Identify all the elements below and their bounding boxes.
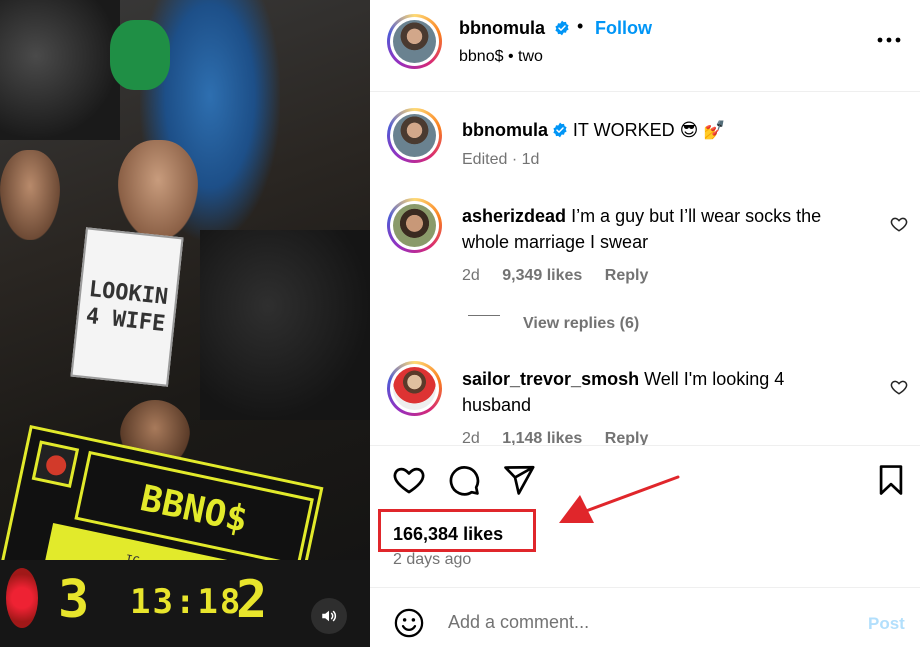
comment-age: 2d — [462, 267, 480, 284]
fan-sign: LOOKIN 4 WIFE — [70, 227, 184, 387]
verified-badge-icon — [553, 122, 568, 138]
comment-body: asherizdead I’m a guy but I’ll wear sock… — [462, 203, 862, 255]
comment-input[interactable] — [448, 602, 848, 642]
send-icon[interactable] — [502, 463, 536, 497]
comment-body: sailor_trevor_smosh Well I'm looking 4 h… — [462, 366, 862, 418]
score-clock: 13:18 — [130, 582, 243, 622]
comment-text: whole marriage I swear — [462, 232, 649, 252]
audio-track: two — [518, 48, 543, 65]
caption-meta: Edited · 1d — [462, 151, 539, 169]
view-replies-button[interactable]: View replies (6) — [523, 315, 639, 333]
post-header: bbnomula • Follow bbno$ • two — [370, 0, 920, 92]
follow-button[interactable]: Follow — [595, 18, 652, 39]
caption-text: IT WORKED 😎 💅 — [572, 120, 726, 140]
score-away: 2 — [236, 570, 268, 630]
post-actions: 166,384 likes 2 days ago — [370, 445, 920, 588]
crowd-left — [0, 0, 120, 140]
heart-icon[interactable] — [392, 463, 426, 497]
comment-like-icon[interactable] — [890, 378, 908, 396]
post-media[interactable]: LOOKIN 4 WIFE BBNO$ IG: @BBNOMULA 3 13:1… — [0, 0, 370, 647]
speaker-icon — [322, 610, 337, 622]
avatar-image — [393, 367, 436, 410]
comment-likes[interactable]: 9,349 likes — [502, 267, 582, 284]
comment-composer: Post — [370, 588, 920, 647]
crowd-face — [118, 140, 198, 240]
post-timestamp: 2 days ago — [393, 551, 472, 568]
caption-username[interactable]: bbnomula — [462, 120, 548, 140]
caption-edited: Edited — [462, 151, 508, 168]
comment-text: I’m a guy but I’ll wear socks the — [571, 206, 822, 226]
avatar-image — [393, 204, 436, 247]
caption-avatar[interactable] — [387, 108, 442, 163]
reply-button[interactable]: Reply — [605, 267, 649, 284]
more-horizontal-icon[interactable] — [876, 30, 902, 50]
crowd-face — [0, 150, 60, 240]
post-details: bbnomula • Follow bbno$ • two bbnomula I… — [370, 0, 920, 647]
team-logo-icon — [6, 568, 38, 628]
comment-meta: 2d 1,148 likes Reply — [462, 430, 648, 445]
audio-info[interactable]: bbno$ • two — [459, 48, 543, 66]
comment-avatar[interactable] — [387, 198, 442, 253]
comments-list[interactable]: bbnomula IT WORKED 😎 💅 Edited · 1d asher… — [370, 93, 920, 445]
header-avatar[interactable] — [387, 14, 442, 69]
comment-text: husband — [462, 395, 532, 415]
header-separator: • — [577, 16, 584, 36]
bookmark-icon[interactable] — [874, 463, 908, 497]
volume-button[interactable] — [311, 598, 347, 634]
caption-age: 1d — [521, 151, 540, 168]
emoji-icon[interactable] — [394, 608, 424, 638]
post-button[interactable]: Post — [868, 614, 905, 634]
verified-badge-icon — [555, 20, 569, 36]
avatar-image — [393, 114, 436, 157]
comment-username[interactable]: sailor_trevor_smosh — [462, 369, 639, 389]
replies-divider — [468, 315, 500, 316]
comment-username[interactable]: asherizdead — [462, 206, 566, 226]
score-home: 3 — [58, 570, 90, 630]
comment-text: Well I'm looking 4 — [644, 369, 785, 389]
avatar-image — [393, 20, 436, 63]
crowd-jacket — [200, 230, 370, 420]
comment-avatar[interactable] — [387, 361, 442, 416]
comment-like-icon[interactable] — [890, 215, 908, 233]
comment-meta: 2d 9,349 likes Reply — [462, 267, 648, 285]
reply-button[interactable]: Reply — [605, 430, 649, 445]
caption-meta-separator: · — [511, 151, 518, 168]
team-logo-icon — [31, 440, 80, 488]
header-username[interactable]: bbnomula — [459, 18, 545, 39]
comment-likes[interactable]: 1,148 likes — [502, 430, 582, 445]
comment-age: 2d — [462, 430, 480, 445]
comment-icon[interactable] — [447, 463, 481, 497]
likes-count[interactable]: 166,384 likes — [393, 524, 503, 545]
caption: bbnomula IT WORKED 😎 💅 — [462, 117, 726, 143]
audio-artist: bbno$ — [459, 48, 504, 65]
crowd-green — [110, 20, 170, 90]
audio-separator: • — [507, 48, 514, 65]
